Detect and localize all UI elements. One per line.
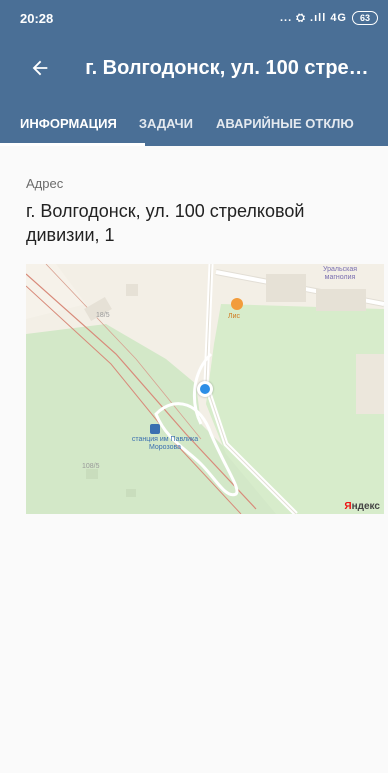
tab-bar: ИНФОРМАЦИЯ ЗАДАЧИ АВАРИЙНЫЕ ОТКЛЮ: [0, 100, 388, 146]
tab-tasks[interactable]: ЗАДАЧИ: [139, 100, 193, 146]
battery-icon: 63: [352, 11, 378, 25]
address-value: г. Волгодонск, ул. 100 стрелковой дивизи…: [26, 201, 305, 245]
content-area: Адрес г. Волгодонск, ул. 100 стрелковой …: [0, 146, 388, 773]
tab-information[interactable]: ИНФОРМАЦИЯ: [20, 100, 117, 146]
map-label-house-b: 108/5: [82, 463, 100, 470]
map-provider-logo: Яндекс: [344, 501, 380, 512]
arrow-left-icon: [32, 60, 47, 76]
map-label-poi-top: Уральская магнолия: [322, 266, 358, 281]
status-signal-icons: ... ⛭ .ıll 4G: [279, 11, 347, 24]
status-time: 20:28: [20, 10, 54, 26]
map-label-station: станция им Павлика Морозова: [131, 436, 199, 451]
toolbar: г. Волгодонск, ул. 100 стрел...: [0, 40, 388, 96]
page-title: г. Волгодонск, ул. 100 стрел...: [85, 56, 374, 79]
app-bar: 20:28 ... ⛭ .ıll 4G 63 г. Волгодонск, ул…: [0, 0, 388, 146]
train-station-icon: [150, 424, 160, 434]
map-label-food: Лис: [228, 313, 241, 320]
map-label-house-a: 18/5: [96, 312, 110, 319]
location-marker-icon[interactable]: [197, 381, 213, 397]
map-view[interactable]: Уральская магнолия Лис 18/5 108/5 станци…: [26, 264, 384, 514]
back-button[interactable]: [12, 40, 67, 96]
status-bar: 20:28 ... ⛭ .ıll 4G 63: [0, 0, 388, 36]
status-indicators: ... ⛭ .ıll 4G 63: [280, 11, 378, 25]
tab-emergency-outages[interactable]: АВАРИЙНЫЕ ОТКЛЮ: [216, 100, 354, 146]
address-label: Адрес: [26, 176, 64, 191]
